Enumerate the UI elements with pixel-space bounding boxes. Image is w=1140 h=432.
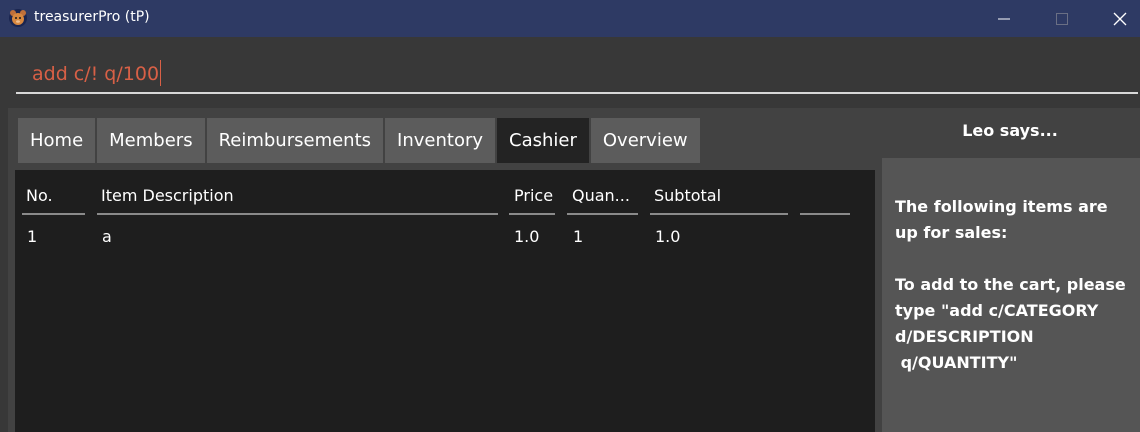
- column-divider: [650, 213, 788, 215]
- close-icon: [1113, 12, 1127, 25]
- column-divider: [509, 213, 555, 215]
- tab-cashier[interactable]: Cashier: [497, 118, 589, 163]
- tab-inventory[interactable]: Inventory: [385, 118, 496, 163]
- sidebar-title: Leo says...: [962, 121, 1058, 140]
- column-header-subtotal[interactable]: Subtotal: [654, 186, 721, 205]
- tab-overview[interactable]: Overview: [590, 118, 700, 163]
- close-button[interactable]: [1092, 0, 1140, 37]
- column-header-empty[interactable]: [800, 213, 850, 215]
- column-header-no[interactable]: No.: [26, 186, 53, 205]
- cart-table: [15, 170, 875, 432]
- command-text: add c/! q/100: [32, 60, 162, 86]
- column-divider: [22, 213, 85, 215]
- cell-no: 1: [27, 227, 38, 246]
- column-header-quantity[interactable]: Quan...: [572, 186, 630, 205]
- column-divider: [567, 213, 638, 215]
- cell-price: 1.0: [514, 227, 540, 246]
- column-divider: [97, 213, 498, 215]
- bear-icon: [8, 8, 28, 28]
- title-bar: treasurerPro (tP): [0, 0, 1140, 37]
- column-header-description[interactable]: Item Description: [101, 186, 234, 205]
- column-header-price[interactable]: Price: [514, 186, 553, 205]
- tab-home[interactable]: Home: [18, 118, 96, 163]
- maximize-icon: [1056, 12, 1068, 25]
- maximize-button[interactable]: [1034, 0, 1090, 37]
- tab-reimbursements[interactable]: Reimbursements: [206, 118, 384, 163]
- minimize-button[interactable]: [976, 0, 1032, 37]
- window-title: treasurerPro (tP): [34, 9, 150, 25]
- cell-subtotal: 1.0: [655, 227, 681, 246]
- text-caret: [160, 60, 162, 86]
- command-input[interactable]: add c/! q/100: [16, 56, 1138, 94]
- sidebar-message: The following items are up for sales: To…: [895, 197, 1126, 372]
- minimize-icon: [998, 18, 1010, 19]
- tab-members[interactable]: Members: [97, 118, 205, 163]
- cell-description: a: [102, 227, 112, 246]
- cell-quantity: 1: [573, 227, 584, 246]
- tab-bar: Home Members Reimbursements Inventory Ca…: [18, 118, 702, 163]
